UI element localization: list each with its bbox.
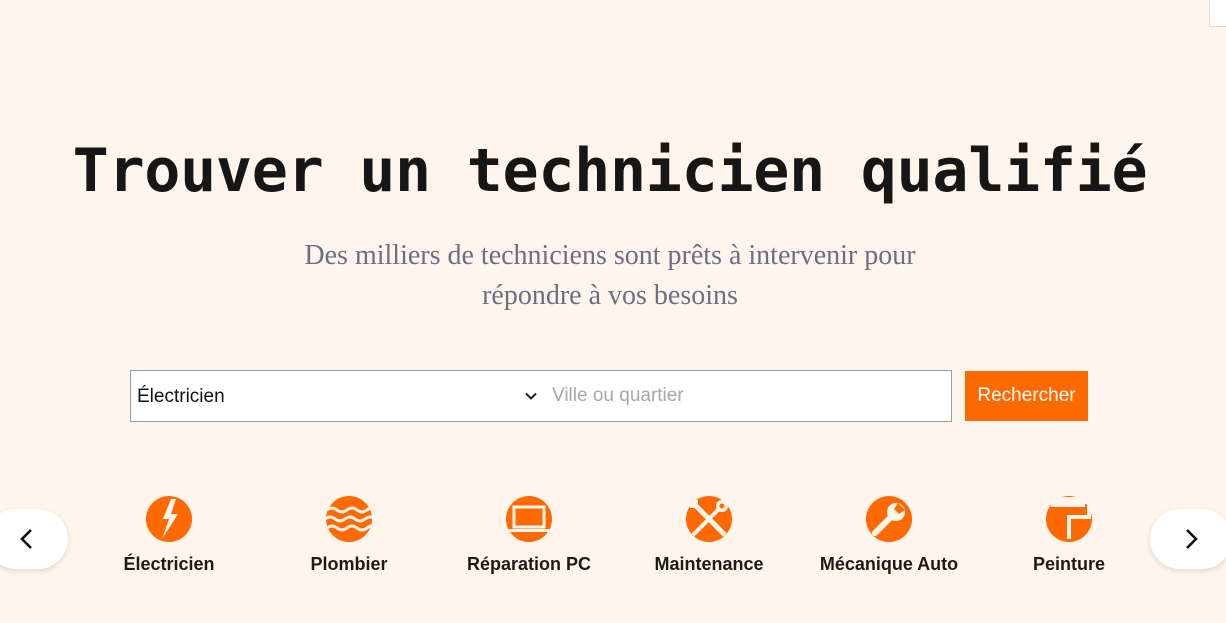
category-select-value: Électricien (137, 386, 225, 407)
carousel-prev-button[interactable] (0, 509, 68, 569)
water-waves-icon (325, 496, 373, 542)
category-label: Mécanique Auto (819, 554, 959, 574)
subtitle-line-2: répondre à vos besoins (482, 280, 738, 311)
location-input[interactable] (542, 370, 952, 422)
category-plombier[interactable]: Plombier (259, 495, 439, 575)
paint-roller-icon (1046, 496, 1092, 542)
category-peinture[interactable]: Peinture (979, 495, 1159, 575)
tools-icon (686, 496, 732, 542)
category-electricien[interactable]: Électricien (79, 495, 259, 575)
chevron-left-icon (20, 529, 32, 549)
carousel-next-button[interactable] (1150, 509, 1226, 569)
category-label: Électricien (123, 554, 215, 574)
search-button[interactable]: Rechercher (965, 371, 1088, 421)
category-mecanique-auto[interactable]: Mécanique Auto (799, 495, 979, 575)
category-reparation-pc[interactable]: Réparation PC (439, 495, 619, 575)
chevron-right-icon (1186, 529, 1198, 549)
lightning-icon (146, 496, 192, 542)
monitor-icon (506, 496, 552, 542)
chevron-down-icon (525, 392, 537, 400)
subtitle-line-1: Des milliers de techniciens sont prêts à… (304, 240, 916, 271)
wrench-icon (866, 496, 912, 542)
category-label: Maintenance (654, 554, 764, 574)
category-select[interactable]: Électricien (130, 370, 543, 422)
corner-widget (1209, 0, 1226, 27)
page-title: Trouver un technicien qualifié (72, 136, 1148, 206)
category-label: Peinture (1032, 554, 1106, 574)
category-label: Réparation PC (466, 554, 592, 574)
category-label: Plombier (310, 554, 388, 574)
page-subtitle: Des milliers de techniciens sont prêts à… (260, 236, 960, 316)
category-maintenance[interactable]: Maintenance (619, 495, 799, 575)
